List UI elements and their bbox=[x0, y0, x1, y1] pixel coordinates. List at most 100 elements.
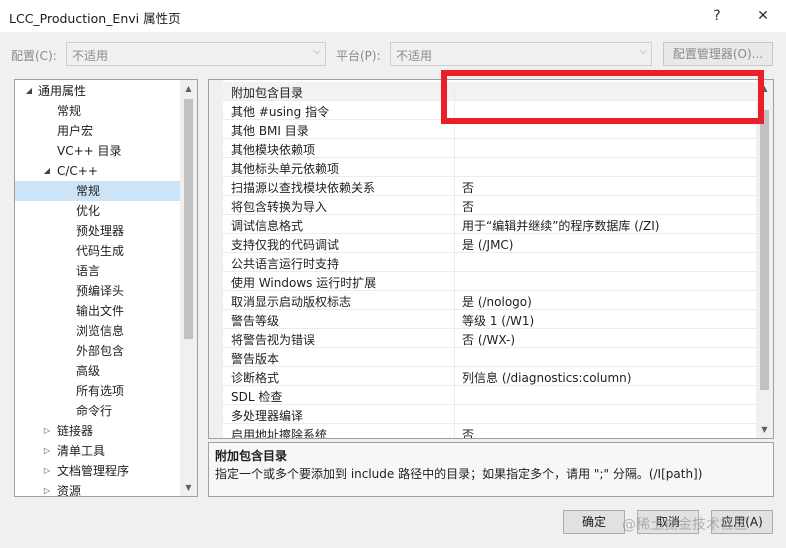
property-value[interactable]: 是 (/JMC) bbox=[462, 236, 514, 253]
tree-item-label: 常规 bbox=[76, 184, 101, 198]
property-name: 启用地址擦除系统 bbox=[231, 428, 328, 439]
tree-item-advanced[interactable]: 高级 bbox=[15, 361, 181, 381]
property-row[interactable]: 其他模块依赖项 bbox=[223, 139, 756, 158]
expanded-arrow-icon[interactable]: ◢ bbox=[42, 161, 52, 181]
column-divider bbox=[454, 367, 455, 386]
tree-item-vc-directories[interactable]: VC++ 目录 bbox=[15, 141, 181, 161]
property-row[interactable]: 调试信息格式 用于“编辑并继续”的程序数据库 (/ZI) bbox=[223, 215, 756, 234]
tree-item-optimization[interactable]: 优化 bbox=[15, 201, 181, 221]
tree-item-language[interactable]: 语言 bbox=[15, 261, 181, 281]
property-row[interactable]: 将包含转换为导入 否 bbox=[223, 196, 756, 215]
tree-item-user-macros[interactable]: 用户宏 bbox=[15, 121, 181, 141]
tree-item-label: 资源 bbox=[57, 484, 82, 497]
tree-item-cpp-general[interactable]: 常规 bbox=[15, 181, 181, 201]
tree-item-c-cpp[interactable]: ◢ C/C++ bbox=[15, 161, 181, 181]
collapsed-arrow-icon[interactable]: ▷ bbox=[42, 421, 52, 441]
column-divider bbox=[454, 329, 455, 348]
column-divider bbox=[454, 310, 455, 329]
column-divider bbox=[454, 386, 455, 405]
column-divider bbox=[454, 424, 455, 438]
property-row[interactable]: 扫描源以查找模块依赖关系 否 bbox=[223, 177, 756, 196]
property-value[interactable]: 列信息 (/diagnostics:column) bbox=[462, 369, 631, 386]
property-value[interactable]: 否 bbox=[462, 198, 474, 215]
property-name: 调试信息格式 bbox=[231, 219, 304, 233]
tree-item-linker[interactable]: ▷ 链接器 bbox=[15, 421, 181, 441]
tree-item-general[interactable]: 常规 bbox=[15, 101, 181, 121]
category-tree: ◢ 通用属性 常规 用户宏 VC++ 目录 ◢ C/C++ 常规 优化 预处理器… bbox=[14, 79, 198, 497]
tree-item-label: VC++ 目录 bbox=[57, 144, 122, 158]
property-value[interactable]: 否 (/WX-) bbox=[462, 331, 515, 348]
tree-item-label: 常规 bbox=[57, 104, 82, 118]
tree-item-external-includes[interactable]: 外部包含 bbox=[15, 341, 181, 361]
property-row[interactable]: 诊断格式 列信息 (/diagnostics:column) bbox=[223, 367, 756, 386]
tree-item-output-files[interactable]: 输出文件 bbox=[15, 301, 181, 321]
property-row[interactable]: 将警告视为错误 否 (/WX-) bbox=[223, 329, 756, 348]
property-row[interactable]: 取消显示启动版权标志 是 (/nologo) bbox=[223, 291, 756, 310]
property-name: 诊断格式 bbox=[231, 371, 280, 385]
grid-scrollbar[interactable]: ▲ ▼ bbox=[756, 80, 773, 438]
property-row[interactable]: 其他标头单元依赖项 bbox=[223, 158, 756, 177]
scroll-up-icon[interactable]: ▲ bbox=[180, 80, 197, 97]
tree-item-code-generation[interactable]: 代码生成 bbox=[15, 241, 181, 261]
tree-item-label: 所有选项 bbox=[76, 384, 125, 398]
property-row[interactable]: 支持仅我的代码调试 是 (/JMC) bbox=[223, 234, 756, 253]
column-divider bbox=[454, 291, 455, 310]
platform-dropdown[interactable]: 不适用 ⌵ bbox=[390, 42, 652, 66]
tree-item-all-options[interactable]: 所有选项 bbox=[15, 381, 181, 401]
tree-item-label: 通用属性 bbox=[38, 84, 87, 98]
property-value[interactable]: 是 (/nologo) bbox=[462, 293, 532, 310]
expanded-arrow-icon[interactable]: ◢ bbox=[24, 81, 34, 101]
column-divider bbox=[454, 234, 455, 253]
property-row[interactable]: SDL 检查 bbox=[223, 386, 756, 405]
tree-item-label: C/C++ bbox=[57, 164, 98, 178]
description-text: 指定一个或多个要添加到 include 路径中的目录；如果指定多个，请用 ";"… bbox=[215, 467, 703, 481]
property-name: 其他 BMI 目录 bbox=[231, 124, 309, 138]
configuration-row: 配置(C): 不适用 ⌵ 平台(P): 不适用 ⌵ 配置管理器(O)... bbox=[0, 42, 786, 68]
column-divider bbox=[454, 177, 455, 196]
property-row[interactable]: 启用地址擦除系统 否 bbox=[223, 424, 756, 439]
tree-item-label: 代码生成 bbox=[76, 244, 125, 258]
tree-item-preprocessor[interactable]: 预处理器 bbox=[15, 221, 181, 241]
platform-value: 不适用 bbox=[396, 49, 433, 63]
property-row[interactable]: 多处理器编译 bbox=[223, 405, 756, 424]
tree-item-browse-information[interactable]: 浏览信息 bbox=[15, 321, 181, 341]
close-button[interactable]: ✕ bbox=[748, 4, 778, 28]
tree-scroll-thumb[interactable] bbox=[184, 99, 193, 339]
property-name: 警告等级 bbox=[231, 314, 280, 328]
config-dropdown[interactable]: 不适用 ⌵ bbox=[66, 42, 326, 66]
property-value[interactable]: 否 bbox=[462, 426, 474, 438]
tree-item-command-line[interactable]: 命令行 bbox=[15, 401, 181, 421]
tree-item-manifest-tool[interactable]: ▷ 清单工具 bbox=[15, 441, 181, 461]
tree-item-label: 用户宏 bbox=[57, 124, 94, 138]
tree-item-resources[interactable]: ▷ 资源 bbox=[15, 481, 181, 497]
scroll-down-icon[interactable]: ▼ bbox=[180, 479, 197, 496]
description-panel: 附加包含目录 指定一个或多个要添加到 include 路径中的目录；如果指定多个… bbox=[208, 442, 774, 497]
property-value[interactable]: 否 bbox=[462, 179, 474, 196]
property-row[interactable]: 公共语言运行时支持 bbox=[223, 253, 756, 272]
scroll-down-icon[interactable]: ▼ bbox=[756, 421, 773, 438]
tree-scrollbar[interactable]: ▲ ▼ bbox=[180, 80, 197, 496]
tree-item-xml-document-generator[interactable]: ▷ 文档管理程序 bbox=[15, 461, 181, 481]
property-value[interactable]: 等级 1 (/W1) bbox=[462, 312, 534, 329]
tree-item-label: 语言 bbox=[76, 264, 101, 278]
config-manager-button[interactable]: 配置管理器(O)... bbox=[663, 42, 773, 66]
column-divider bbox=[454, 215, 455, 234]
grid-scroll-thumb[interactable] bbox=[760, 110, 769, 390]
help-button[interactable]: ? bbox=[702, 4, 732, 28]
collapsed-arrow-icon[interactable]: ▷ bbox=[42, 481, 52, 496]
property-row[interactable]: 警告版本 bbox=[223, 348, 756, 367]
ok-button[interactable]: 确定 bbox=[563, 510, 625, 534]
window-title: LCC_Production_Envi 属性页 bbox=[9, 11, 181, 26]
property-name: 多处理器编译 bbox=[231, 409, 304, 423]
collapsed-arrow-icon[interactable]: ▷ bbox=[42, 461, 52, 481]
collapsed-arrow-icon[interactable]: ▷ bbox=[42, 441, 52, 461]
property-row[interactable]: 使用 Windows 运行时扩展 bbox=[223, 272, 756, 291]
property-row[interactable]: 警告等级 等级 1 (/W1) bbox=[223, 310, 756, 329]
tree-item-precompiled-headers[interactable]: 预编译头 bbox=[15, 281, 181, 301]
property-value[interactable]: 用于“编辑并继续”的程序数据库 (/ZI) bbox=[462, 217, 659, 234]
tree-item-label: 预处理器 bbox=[76, 224, 125, 238]
column-divider bbox=[454, 158, 455, 177]
property-name: 扫描源以查找模块依赖关系 bbox=[231, 181, 376, 195]
tree-item-label: 优化 bbox=[76, 204, 101, 218]
tree-item-common-properties[interactable]: ◢ 通用属性 bbox=[15, 81, 181, 101]
